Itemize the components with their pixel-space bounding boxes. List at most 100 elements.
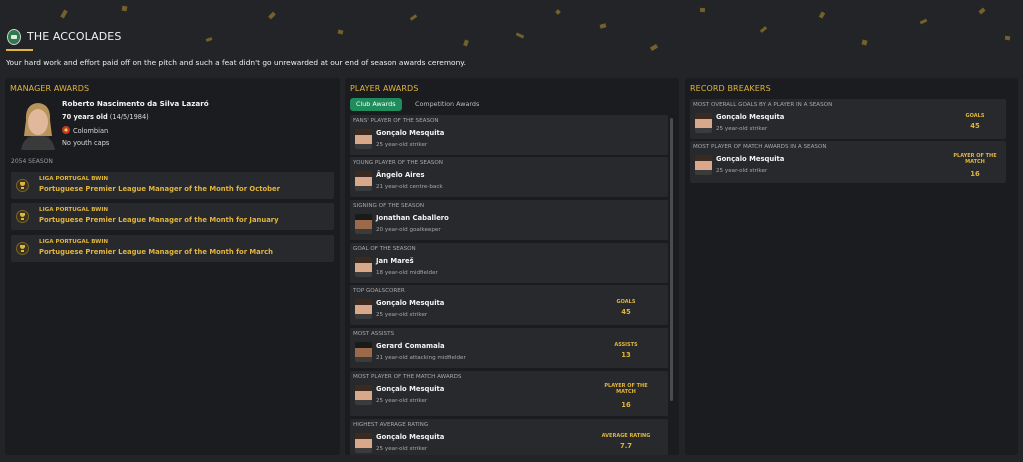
player-name[interactable]: Ângelo Aires [376, 171, 425, 179]
stat-value: 16 [621, 401, 631, 409]
player-award-card[interactable]: FANS' PLAYER OF THE SEASON Gonçalo Mesqu… [350, 115, 668, 155]
player-name[interactable]: Gerard Comamala [376, 342, 445, 350]
stat-label: PLAYER OF THE MATCH [604, 383, 648, 395]
player-name[interactable]: Jan Mareš [376, 257, 414, 265]
player-description: 20 year-old goalkeeper [376, 227, 441, 233]
award-category: FANS' PLAYER OF THE SEASON [353, 118, 439, 124]
confetti-decoration [759, 26, 768, 33]
record-card[interactable]: MOST OVERALL GOALS BY A PLAYER IN A SEAS… [690, 99, 1006, 139]
stat-label: GOALS [965, 113, 985, 119]
player-face-avatar [355, 214, 372, 234]
award-category: HIGHEST AVERAGE RATING [353, 422, 429, 428]
stat-label: ASSISTS [614, 342, 638, 348]
confetti-decoration [649, 44, 659, 51]
player-face-avatar [355, 129, 372, 149]
player-face-avatar [355, 299, 372, 319]
header: THE ACCOLADES Your hard work and effort … [0, 0, 1023, 75]
manager-award-row[interactable]: LIGA PORTUGAL BWIN Portuguese Premier Le… [11, 172, 334, 199]
award-title: Portuguese Premier League Manager of the… [39, 185, 280, 193]
player-award-card[interactable]: SIGNING OF THE SEASON Jonathan Caballero… [350, 200, 668, 240]
confetti-decoration [409, 14, 418, 21]
player-name[interactable]: Jonathan Caballero [376, 214, 449, 222]
stat-label: PLAYER OF THE MATCH [953, 153, 997, 165]
stat-label: AVERAGE RATING [601, 433, 651, 439]
panel-title: PLAYER AWARDS [350, 84, 419, 93]
player-description: 25 year-old striker [716, 168, 768, 174]
award-title: Portuguese Premier League Manager of the… [39, 248, 273, 256]
player-face-avatar [355, 257, 372, 277]
confetti-decoration [978, 7, 986, 15]
confetti-decoration [205, 37, 213, 42]
confetti-decoration [268, 11, 276, 20]
confetti-decoration [555, 9, 561, 15]
player-face-avatar [355, 385, 372, 405]
scrollbar[interactable] [670, 118, 673, 401]
confetti-decoration [699, 7, 706, 13]
trophy-icon [16, 210, 29, 223]
panel-title: RECORD BREAKERS [690, 84, 771, 93]
record-category: MOST OVERALL GOALS BY A PLAYER IN A SEAS… [693, 102, 833, 108]
player-award-card[interactable]: MOST ASSISTS Gerard Comamala 21 year-old… [350, 328, 668, 368]
player-award-card[interactable]: MOST PLAYER OF THE MATCH AWARDS Gonçalo … [350, 371, 668, 416]
player-description: 25 year-old striker [376, 398, 428, 404]
stat-label: GOALS [616, 299, 636, 305]
player-description: 25 year-old striker [376, 446, 428, 452]
player-description: 21 year-old attacking midfielder [376, 355, 466, 361]
club-badge-icon [7, 29, 21, 45]
player-name[interactable]: Gonçalo Mesquita [376, 299, 444, 307]
player-award-card[interactable]: GOAL OF THE SEASON Jan Mareš 18 year-old… [350, 243, 668, 283]
award-competition: LIGA PORTUGAL BWIN [39, 239, 109, 245]
player-description: 25 year-old striker [376, 312, 428, 318]
season-label: 2054 SEASON [11, 158, 53, 165]
player-name[interactable]: Gonçalo Mesquita [376, 385, 444, 393]
page-title: THE ACCOLADES [27, 30, 122, 43]
manager-award-row[interactable]: LIGA PORTUGAL BWIN Portuguese Premier Le… [11, 203, 334, 230]
manager-age: 70 years old (14/5/1984) [62, 113, 149, 121]
confetti-decoration [919, 18, 928, 25]
manager-age-value: 70 years old [62, 113, 108, 121]
confetti-decoration [1004, 35, 1011, 41]
player-description: 21 year-old centre-back [376, 184, 443, 190]
award-category: MOST PLAYER OF THE MATCH AWARDS [353, 374, 462, 380]
confetti-decoration [818, 11, 826, 19]
award-category: YOUNG PLAYER OF THE SEASON [353, 160, 443, 166]
player-face-avatar [355, 433, 372, 453]
player-award-card[interactable]: TOP GOALSCORER Gonçalo Mesquita 25 year-… [350, 285, 668, 325]
intro-text: Your hard work and effort paid off on th… [6, 58, 466, 67]
confetti-decoration [515, 32, 525, 39]
player-name[interactable]: Gonçalo Mesquita [716, 113, 784, 121]
panel-title: MANAGER AWARDS [10, 84, 90, 93]
nationality-label: Colombian [73, 127, 109, 135]
confetti-decoration [121, 5, 128, 12]
stat-value: 45 [970, 122, 980, 130]
player-awards-panel: PLAYER AWARDS Club Awards Competition Aw… [345, 78, 679, 455]
manager-photo-avatar[interactable] [17, 98, 59, 150]
confetti-decoration [337, 29, 344, 35]
player-description: 18 year-old midfielder [376, 270, 438, 276]
confetti-decoration [60, 9, 68, 19]
player-award-card[interactable]: YOUNG PLAYER OF THE SEASON Ângelo Aires … [350, 157, 668, 197]
player-awards-list: FANS' PLAYER OF THE SEASON Gonçalo Mesqu… [350, 115, 668, 455]
stat-value: 7.7 [619, 442, 633, 450]
manager-name[interactable]: Roberto Nascimento da Silva Lazaró [62, 99, 209, 108]
player-name[interactable]: Gonçalo Mesquita [376, 129, 444, 137]
player-name[interactable]: Gonçalo Mesquita [376, 433, 444, 441]
record-card[interactable]: MOST PLAYER OF MATCH AWARDS IN A SEASON … [690, 141, 1006, 183]
award-competition: LIGA PORTUGAL BWIN [39, 207, 109, 213]
player-face-avatar [695, 155, 712, 175]
stat-value: 16 [970, 170, 980, 178]
player-name[interactable]: Gonçalo Mesquita [716, 155, 784, 163]
award-category: TOP GOALSCORER [353, 288, 405, 294]
trophy-icon [16, 179, 29, 192]
tab-competition-awards[interactable]: Competition Awards [409, 98, 485, 111]
confetti-decoration [599, 23, 607, 29]
player-description: 25 year-old striker [376, 142, 428, 148]
player-award-card[interactable]: HIGHEST AVERAGE RATING Gonçalo Mesquita … [350, 419, 668, 455]
record-category: MOST PLAYER OF MATCH AWARDS IN A SEASON [693, 144, 827, 150]
trophy-icon [16, 242, 29, 255]
manager-dob: (14/5/1984) [109, 113, 149, 121]
stat-value: 45 [621, 308, 631, 316]
tab-club-awards[interactable]: Club Awards [350, 98, 402, 111]
player-face-avatar [355, 171, 372, 191]
manager-award-row[interactable]: LIGA PORTUGAL BWIN Portuguese Premier Le… [11, 235, 334, 262]
